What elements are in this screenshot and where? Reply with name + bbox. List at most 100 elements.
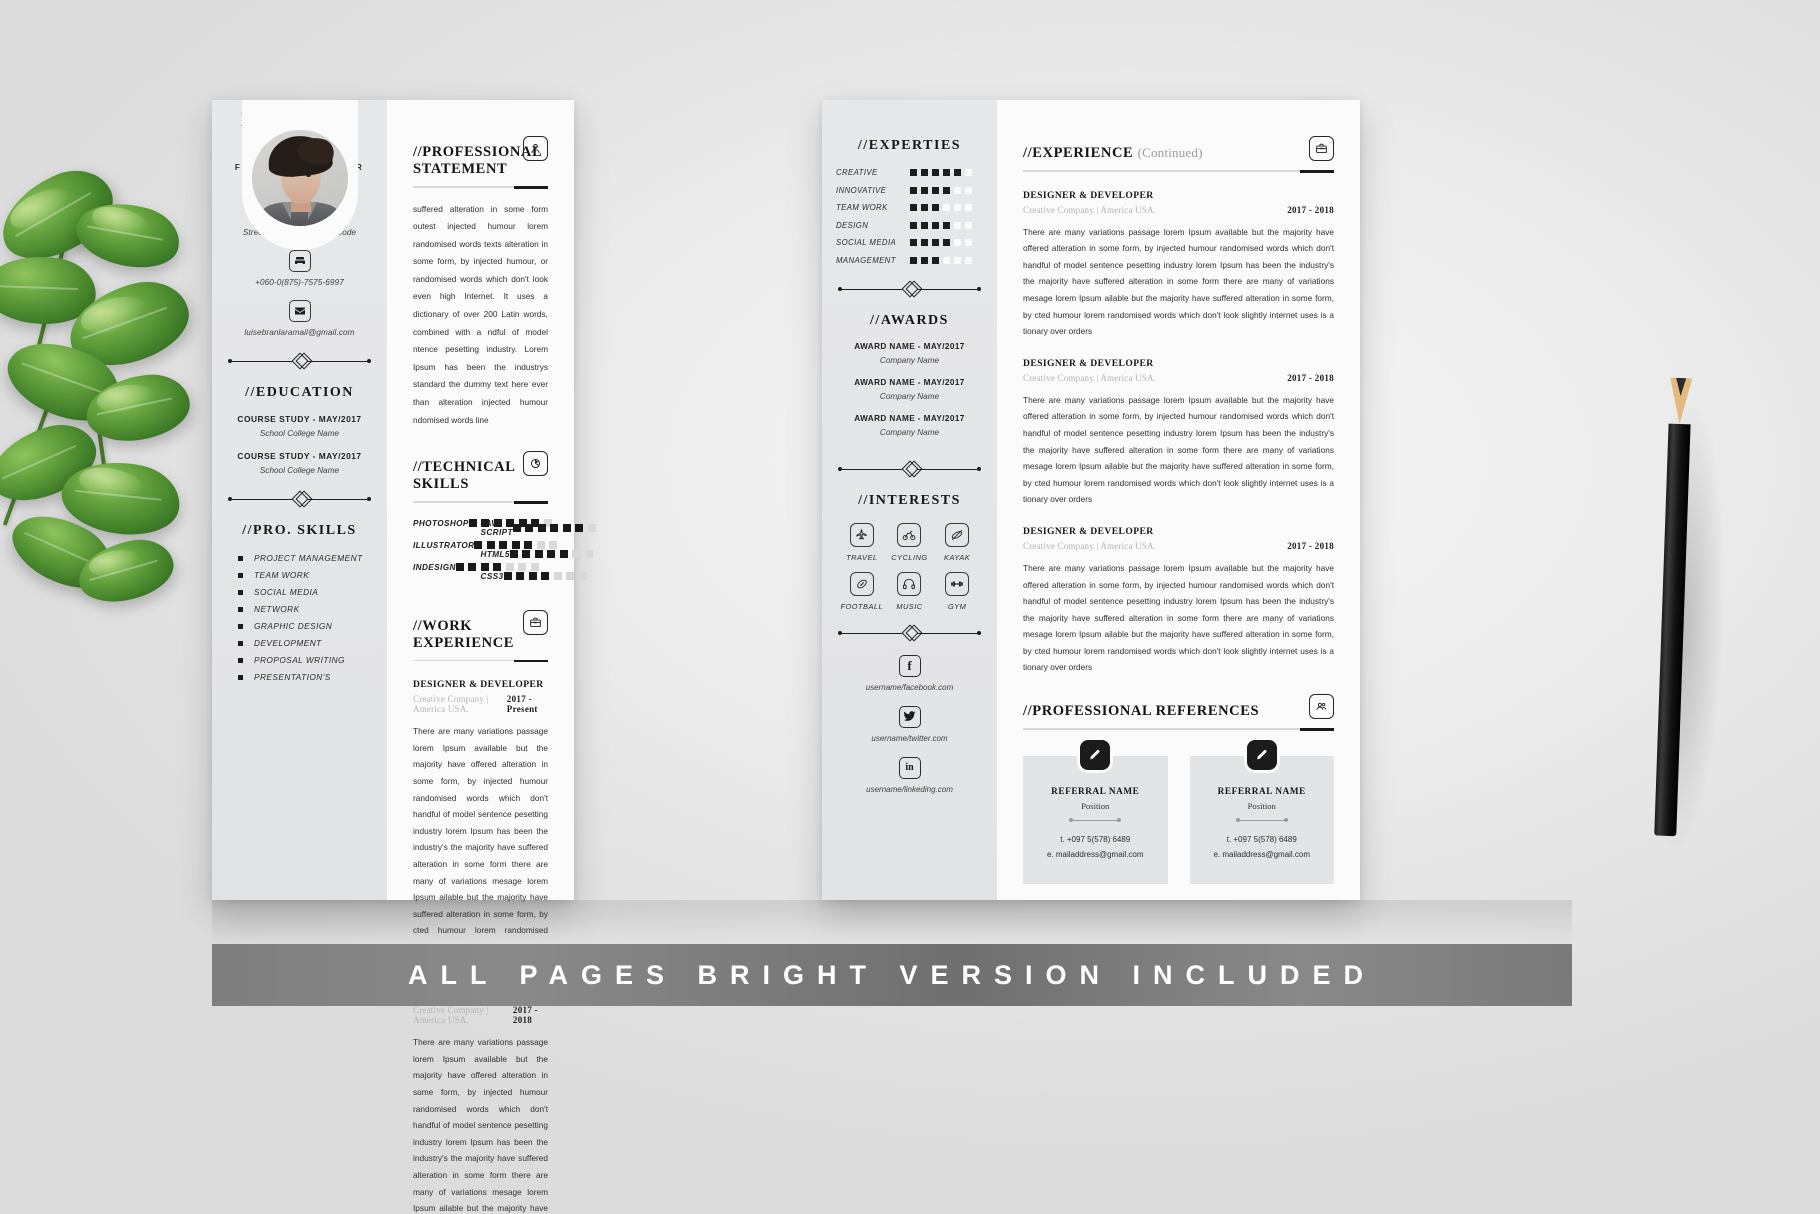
rating-dot — [547, 550, 556, 559]
resume-page-2: //EXPERTIES CREATIVE INNOVATIVE TEAM WORK D… — [822, 100, 1360, 900]
reference-phone: t. +097 5(578) 6489 — [1226, 834, 1297, 844]
award-company: Company Name — [879, 355, 940, 365]
rating-dot — [910, 186, 917, 194]
social-link-facebook[interactable]: f username/facebook.com — [822, 654, 997, 692]
technical-skill-row: ILLUSTRATOR — [413, 541, 558, 550]
bottom-banner: ALL PAGES BRIGHT VERSION INCLUDED — [212, 944, 1572, 1006]
pro-skill-item: PRESENTATION'S — [238, 672, 387, 682]
social-links: f username/facebook.com username/twitter… — [822, 654, 997, 794]
interests-heading: //INTERESTS — [858, 492, 961, 508]
rating-dot — [534, 550, 543, 559]
education-title: COURSE STUDY - MAY/2017 — [237, 414, 362, 425]
contacts-icon — [1309, 694, 1334, 720]
contact-phone-text: +060-0(875)-7575-6997 — [255, 278, 344, 288]
job-description: There are many variations passage lorem … — [1023, 226, 1334, 337]
page2-main: //EXPERIENCE (Continued) DESIGNER & DEVE… — [997, 100, 1360, 900]
job-company: Creative Company | America USA. — [1023, 372, 1157, 383]
reference-phone: t. +097 5(578) 6489 — [1060, 834, 1131, 844]
pro-skills-list: PROJECT MANAGEMENT TEAM WORK SOCIAL MEDIA N… — [238, 553, 387, 682]
section-title: //PROFESSIONAL REFERENCES — [1023, 703, 1260, 720]
briefcase-icon — [523, 609, 548, 635]
awards-list: AWARD NAME - MAY/2017 Company Name AWARD N… — [822, 342, 997, 437]
rating-dot — [455, 563, 464, 572]
pro-skill-item: TEAM WORK — [238, 570, 387, 580]
bullet-square — [238, 674, 243, 680]
interest-cycling[interactable]: CYCLING — [886, 522, 932, 562]
professional-statement-text: suffered alteration in some form outest … — [413, 203, 548, 425]
rating-dot — [550, 523, 559, 532]
kayak-icon — [945, 522, 970, 547]
interest-football[interactable]: FOOTBALL — [839, 571, 885, 611]
rating-dot — [910, 169, 917, 176]
job-title: DESIGNER & DEVELOPER — [1023, 189, 1154, 201]
social-link-twitter[interactable]: username/twitter.com — [822, 705, 997, 743]
pen-icon — [1246, 739, 1277, 770]
pro-skill-label: PRESENTATION'S — [254, 672, 331, 683]
interest-kayak[interactable]: KAYAK — [934, 522, 980, 562]
pro-skill-label: SOCIAL MEDIA — [254, 587, 319, 598]
pro-skill-label: PROPOSAL WRITING — [254, 655, 345, 666]
briefcase-icon — [1309, 136, 1334, 161]
job-entry: DESIGNER & DEVELOPERCreative Company | A… — [413, 990, 548, 1214]
mail-icon — [288, 300, 311, 323]
pro-skill-label: GRAPHIC DESIGN — [254, 621, 333, 632]
technical-skill-label: PHOTOSHOP — [413, 518, 469, 528]
banner-shadow — [212, 900, 1572, 944]
headphones-icon — [897, 571, 922, 596]
experties-rating — [910, 169, 972, 176]
job-dates: 2017 - 2018 — [512, 1005, 538, 1026]
rating-dot — [553, 572, 562, 581]
education-school: School College Name — [259, 466, 340, 476]
technical-skill-row: INDESIGN — [413, 563, 539, 572]
rating-dot — [921, 169, 928, 176]
award-company: Company Name — [879, 391, 940, 401]
bullet-square — [238, 606, 243, 612]
experties-rating — [910, 221, 972, 229]
twitter-icon — [898, 705, 921, 728]
ornament-divider — [836, 280, 983, 297]
rating-dot — [584, 550, 593, 559]
reference-position: Position — [1247, 800, 1276, 811]
contact-item-phone[interactable]: +060-0(875)-7575-6997 — [212, 250, 387, 287]
bullet-square — [238, 555, 243, 561]
page1-main: //PROFESSIONAL STATEMENT suffered altera… — [387, 100, 596, 1213]
page2-sidebar: //EXPERTIES CREATIVE INNOVATIVE TEAM WORK D… — [822, 100, 997, 900]
reference-name: REFERRAL NAME — [1051, 785, 1140, 796]
pro-skill-item: PROPOSAL WRITING — [238, 655, 387, 665]
rating-dot — [921, 221, 928, 229]
job-meta: Creative Company | America USA. 2017 - 20… — [413, 1005, 548, 1025]
pen-icon — [1080, 739, 1111, 770]
award-company: Company Name — [879, 427, 940, 437]
job-title: DESIGNER & DEVELOPER — [413, 679, 544, 691]
job-meta: Creative Company | America USA. 2017 - 20… — [1023, 541, 1334, 551]
experties-rating — [910, 239, 972, 246]
education-school: School College Name — [259, 429, 340, 439]
rating-dot — [910, 221, 917, 229]
technical-skills-grid: PHOTOSHOP ILLUSTRATOR INDESIGN JAVA SCRIPT… — [413, 518, 596, 594]
contact-item-email[interactable]: luisebranlaramail@gmail.com — [212, 300, 387, 337]
technical-skill-row: JAVA SCRIPT — [481, 519, 596, 537]
experties-row: SOCIAL MEDIA — [836, 238, 983, 247]
rating-dot — [932, 204, 939, 211]
reference-card: REFERRAL NAME Position t. +097 5(578) 6489… — [1189, 739, 1334, 884]
rating-dot — [954, 239, 961, 246]
rating-dot — [954, 186, 961, 194]
education-heading: //EDUCATION — [245, 385, 354, 401]
education-item: COURSE STUDY - MAY/2017 School College N… — [212, 414, 387, 438]
rating-dot — [965, 221, 972, 229]
interest-music[interactable]: MUSIC — [886, 571, 932, 611]
rating-dot — [932, 256, 939, 264]
job-entry: DESIGNER & DEVELOPERCreative Company | A… — [1023, 526, 1334, 676]
pro-skill-label: PROJECT MANAGEMENT — [254, 553, 363, 564]
social-link-linkedin[interactable]: in username/linkeding.com — [822, 756, 997, 794]
bullet-square — [238, 623, 243, 629]
reference-email: e. mailaddress@gmail.com — [1213, 849, 1311, 859]
job-meta: Creative Company | America USA. 2017 - Pr… — [413, 694, 548, 714]
rating-dot — [965, 204, 972, 211]
interest-gym[interactable]: GYM — [934, 571, 980, 611]
rating-dot — [509, 550, 518, 559]
interest-travel[interactable]: TRAVEL — [839, 522, 885, 562]
experties-row: MANAGEMENT — [836, 256, 983, 265]
rating-dot — [562, 523, 571, 532]
job-entry: DESIGNER & DEVELOPERCreative Company | A… — [1023, 358, 1334, 508]
